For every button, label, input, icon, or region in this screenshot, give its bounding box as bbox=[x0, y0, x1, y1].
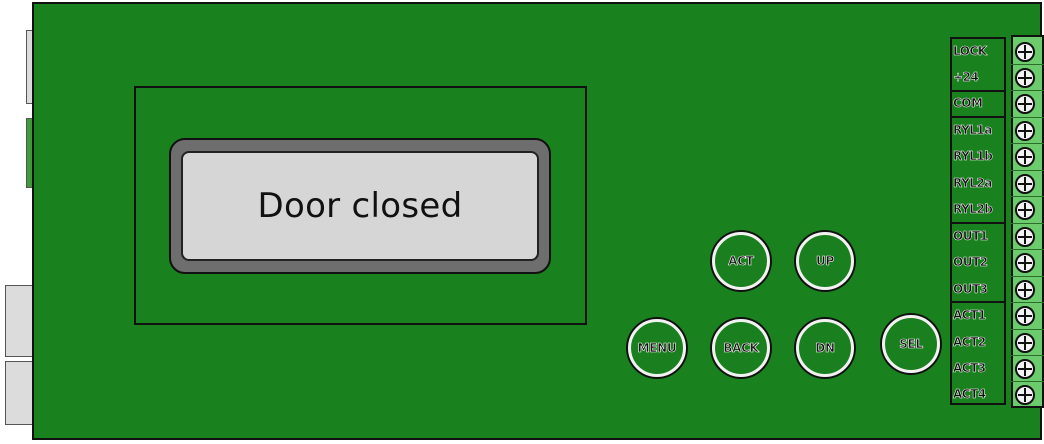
back-button[interactable]: BACK bbox=[712, 319, 770, 377]
terminal-screw-icon[interactable] bbox=[1015, 174, 1035, 194]
act-button-label: ACT bbox=[728, 254, 754, 269]
terminal-label-24v: +24 bbox=[953, 70, 979, 84]
terminal-label-lock: LOCK bbox=[953, 44, 988, 58]
terminal-screw-icon[interactable] bbox=[1015, 147, 1035, 167]
dn-button[interactable]: DN bbox=[796, 319, 854, 377]
terminal-screw-icon[interactable] bbox=[1015, 359, 1035, 379]
terminal-group-divider bbox=[950, 222, 1006, 224]
terminal-screw-icon[interactable] bbox=[1015, 42, 1035, 62]
side-connector-bottom bbox=[5, 361, 35, 425]
sel-button-label: SEL bbox=[899, 337, 923, 352]
lcd-display-text: Door closed bbox=[257, 186, 463, 226]
terminal-screw-icon[interactable] bbox=[1015, 200, 1035, 220]
terminal-screw-icon[interactable] bbox=[1015, 68, 1035, 88]
terminal-label-ryl1b: RYL1b bbox=[953, 149, 993, 163]
terminal-label-out3: OUT3 bbox=[953, 282, 988, 296]
terminal-separator bbox=[1011, 276, 1044, 277]
up-button[interactable]: UP bbox=[796, 232, 854, 290]
side-connector-lower bbox=[5, 285, 35, 357]
terminal-screw-icon[interactable] bbox=[1015, 306, 1035, 326]
terminal-group-divider bbox=[950, 116, 1006, 118]
terminal-label-ryl2b: RYL2b bbox=[953, 202, 993, 216]
lcd-screen: Door closed bbox=[181, 151, 539, 261]
act-button[interactable]: ACT bbox=[712, 232, 770, 290]
terminal-label-act4: ACT4 bbox=[953, 387, 987, 401]
terminal-label-act1: ACT1 bbox=[953, 308, 987, 322]
terminal-separator bbox=[1011, 90, 1044, 91]
terminal-label-ryl2a: RYL2a bbox=[953, 176, 993, 190]
up-button-label: UP bbox=[816, 254, 835, 269]
terminal-separator bbox=[1011, 143, 1044, 144]
terminal-separator bbox=[1011, 170, 1044, 171]
terminal-separator bbox=[1011, 223, 1044, 224]
terminal-separator bbox=[1011, 249, 1044, 250]
dn-button-label: DN bbox=[815, 341, 835, 356]
terminal-separator bbox=[1011, 355, 1044, 356]
terminal-screw-icon[interactable] bbox=[1015, 94, 1035, 114]
terminal-group-divider bbox=[950, 90, 1006, 92]
terminal-separator bbox=[1011, 381, 1044, 382]
terminal-separator bbox=[1011, 117, 1044, 118]
terminal-separator bbox=[1011, 329, 1044, 330]
menu-button[interactable]: MENU bbox=[628, 319, 686, 377]
terminal-label-out1: OUT1 bbox=[953, 229, 988, 243]
terminal-screw-icon[interactable] bbox=[1015, 253, 1035, 273]
sel-button[interactable]: SEL bbox=[882, 315, 940, 373]
terminal-screw-icon[interactable] bbox=[1015, 227, 1035, 247]
terminal-separator bbox=[1011, 302, 1044, 303]
terminal-screw-icon[interactable] bbox=[1015, 385, 1035, 405]
back-button-label: BACK bbox=[723, 341, 759, 356]
terminal-label-out2: OUT2 bbox=[953, 255, 988, 269]
terminal-screw-icon[interactable] bbox=[1015, 280, 1035, 300]
terminal-separator bbox=[1011, 64, 1044, 65]
terminal-label-com: COM bbox=[953, 96, 983, 110]
terminal-label-act2: ACT2 bbox=[953, 335, 987, 349]
terminal-separator bbox=[1011, 196, 1044, 197]
terminal-screw-icon[interactable] bbox=[1015, 333, 1035, 353]
terminal-label-ryl1a: RYL1a bbox=[953, 123, 993, 137]
menu-button-label: MENU bbox=[637, 341, 677, 356]
terminal-group-divider bbox=[950, 301, 1006, 303]
terminal-screw-icon[interactable] bbox=[1015, 121, 1035, 141]
terminal-label-act3: ACT3 bbox=[953, 361, 987, 375]
